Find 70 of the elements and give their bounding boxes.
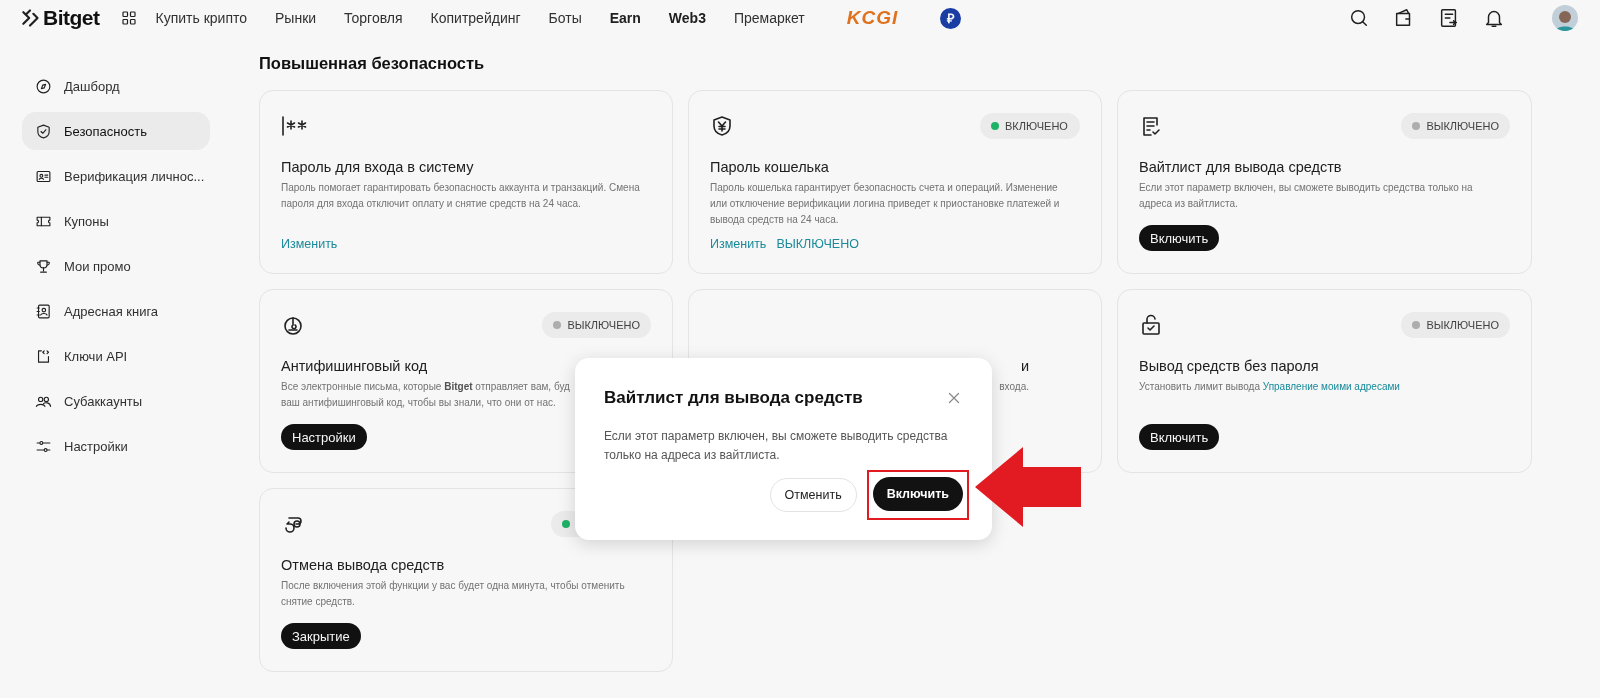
card-description: Пароль помогает гарантировать безопасность аккаунта и транзакций. Смена [281,181,641,195]
sidebar-item[interactable]: Безопасность [22,112,210,150]
action-button[interactable]: Закрытие [281,623,361,649]
code-page-icon [35,347,52,365]
action-button[interactable]: Включить [1139,225,1220,251]
logo-text[interactable]: Bitget [43,6,100,30]
shield-icon [35,122,52,140]
card-description: или отключение верификации логина приведет к приостановке платежей и [710,197,1061,211]
card-title: Пароль кошелька [710,159,830,175]
sidebar-item[interactable]: Адресная книга [22,292,210,330]
status-label: ВЫКЛЮЧЕНО [1426,120,1499,132]
action-link[interactable]: Изменить [281,237,338,251]
card-title: Антифишинговый код [281,358,429,374]
card-title: Отмена вывода средств [281,557,446,573]
list-icon [1438,7,1460,29]
nav-link[interactable]: Рынки [275,10,317,26]
avatar[interactable] [1552,5,1578,31]
sidebar-item[interactable]: Настройки [22,427,210,465]
password-icon [281,115,309,137]
card-description: Установить лимит вывода Управление моими адресами [1139,380,1401,394]
modal-text: Если этот параметр включен, вы сможете выводить средства [604,428,949,445]
card-description: После включения этой функции у вас будет одна минута, чтобы отменить [281,579,626,593]
lock-check-icon [1139,313,1163,337]
arrow-icon [975,447,1081,527]
action-button[interactable]: Настройки [281,424,367,450]
currency-badge[interactable]: ₽ [940,7,962,29]
nav-link[interactable]: Web3 [668,10,706,26]
cancel-button[interactable]: Отменить [769,478,857,512]
nav-link[interactable]: Торговля [344,10,403,26]
manage-link[interactable]: Управление моими адресами [1262,381,1400,392]
enable-button[interactable]: Включить [872,477,963,511]
contact-book-icon [35,302,52,320]
nav-link[interactable]: Премаркет [733,10,805,26]
card-description: пароля для входа отключит оплату и снятие средств на 24 часа. [281,197,582,211]
sidebar-item[interactable]: Верификация личнос... [22,157,210,195]
card-description: адреса из вайтлиста. [1139,197,1239,211]
section-title: Повышенная безопасность [259,54,486,73]
sidebar-item[interactable]: Мои промо [22,247,210,285]
card-description: входа. [998,380,1029,394]
trophy-icon [35,257,52,275]
status-label: ВКЛЮЧЕНО [1005,120,1068,132]
sidebar-item[interactable]: Субаккаунты [22,382,210,420]
action-link[interactable]: ВЫКЛЮЧЕНО [776,237,859,251]
card-title: Пароль для входа в систему [281,159,475,175]
apps-grid-icon [119,9,138,27]
card-description: Все электронные письма, которые Bitget отправляет вам, буд [281,380,571,394]
card-description: снятие средств. [281,595,356,609]
nav-link[interactable]: Боты [548,10,582,26]
logo-icon [20,8,40,28]
compass-icon [35,77,52,95]
sidebar-item[interactable]: Ключи API [22,337,210,375]
action-button[interactable]: Включить [1139,424,1220,450]
card-title: Вайтлист для вывода средств [1139,159,1343,175]
nav-link[interactable]: Earn [609,10,641,26]
card-title: Вывод средств без пароля [1139,358,1320,374]
nav-link[interactable]: Купить крипто [155,10,247,26]
card-description: Пароль кошелька гарантирует безопасность счета и операций. Изменение [710,181,1059,195]
modal-title: Вайтлист для вывода средств [604,388,863,408]
action-link[interactable]: Изменить [710,237,767,251]
card-description: Если этот параметр включен, вы сможете выводить средства только на [1139,181,1474,195]
search-icon [1348,7,1370,29]
modal-text: только на адреса из вайтлиста. [604,447,781,464]
card-description: вывода средств на 24 часа. [710,213,840,227]
sidebar-item[interactable]: Купоны [22,202,210,240]
status-label: ВЫКЛЮЧЕНО [1426,319,1499,331]
status-label: ВЫКЛЮЧЕНО [567,319,640,331]
sidebar-item[interactable]: Дашборд [22,67,210,105]
yen-shield-icon [710,114,734,138]
card-title: и [1019,358,1029,374]
nav-link[interactable]: Копитрейдинг [430,10,521,26]
